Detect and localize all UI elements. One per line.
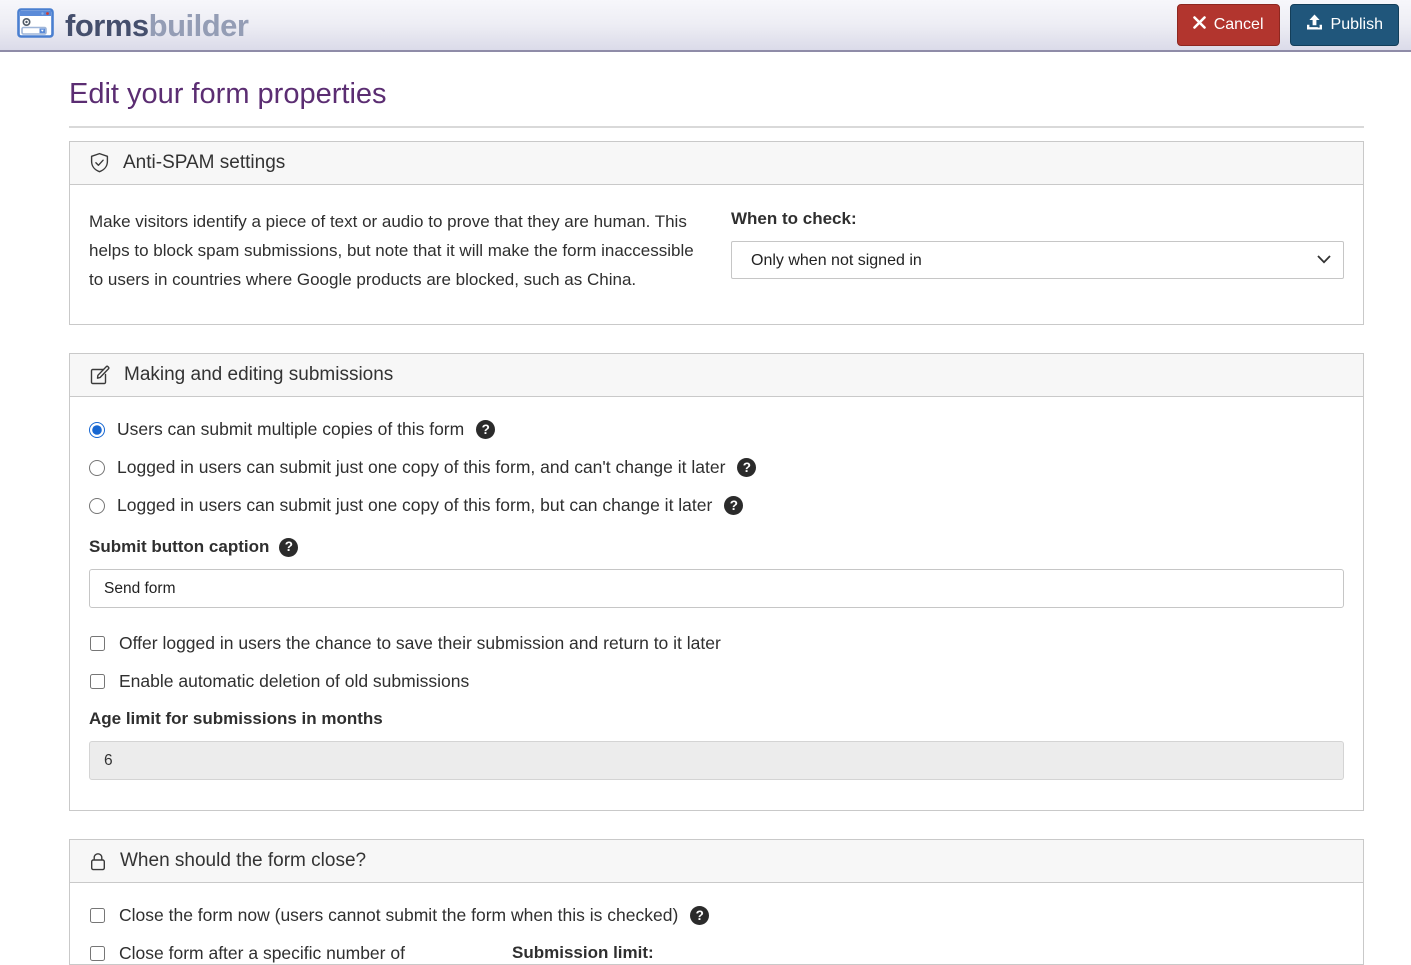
section-submissions-title: Making and editing submissions [124,364,394,385]
when-to-check-field: When to check: Only when not signed in [731,207,1344,294]
radio-one-copy-can-change[interactable] [89,497,105,514]
when-to-check-select[interactable]: Only when not signed in [731,241,1344,279]
checkbox-auto-deletion-label[interactable]: Enable automatic deletion of old submiss… [119,671,469,692]
question-circle-icon[interactable]: ? [476,420,496,439]
publish-button[interactable]: Publish [1289,3,1399,47]
section-closing: When should the form close? Close the fo… [69,839,1364,965]
checkbox-close-after-limit-label[interactable]: Close form after a specific number of [119,943,405,964]
section-closing-body: Close the form now (users cannot submit … [70,883,1363,964]
checkbox-save-and-return[interactable] [90,636,105,651]
brand-text: formsbuilder [65,7,249,43]
cancel-button-label: Cancel [1213,16,1264,34]
cancel-button[interactable]: Cancel [1176,3,1280,47]
question-circle-icon[interactable]: ? [279,537,299,557]
submission-limit-label: Submission limit: [512,943,654,962]
upload-icon [1306,14,1323,36]
checkbox-row-auto-deletion: Enable automatic deletion of old submiss… [89,671,1344,692]
brand-builder: builder [148,7,249,43]
radio-multiple-copies-label[interactable]: Users can submit multiple copies of this… [117,419,464,440]
title-divider [69,126,1364,128]
closing-limit-row: Close form after a specific number of Su… [89,943,1344,964]
antispam-description: Make visitors identify a piece of text o… [89,212,694,289]
radio-one-copy-no-change[interactable] [89,459,105,476]
checkbox-save-and-return-label[interactable]: Offer logged in users the chance to save… [119,633,721,654]
radio-row-multiple-copies: Users can submit multiple copies of this… [89,419,1344,440]
checkbox-close-now-label[interactable]: Close the form now (users cannot submit … [119,905,678,926]
checkbox-row-close-after-limit: Close form after a specific number of [89,943,512,964]
x-icon [1192,15,1206,34]
radio-row-one-copy-can-change: Logged in users can submit just one copy… [89,495,1344,516]
submit-caption-label: Submit button caption ? [89,537,1344,557]
submit-caption-input[interactable] [89,569,1344,608]
age-limit-input [89,741,1344,780]
question-circle-icon[interactable]: ? [724,496,744,515]
section-submissions-body: Users can submit multiple copies of this… [70,397,1363,810]
checkbox-row-close-now: Close the form now (users cannot submit … [89,905,1344,926]
edit-pencil-icon [89,365,111,386]
radio-one-copy-no-change-label[interactable]: Logged in users can submit just one copy… [117,457,725,478]
checkbox-close-now[interactable] [90,908,105,923]
radio-one-copy-can-change-label[interactable]: Logged in users can submit just one copy… [117,495,712,516]
section-closing-title: When should the form close? [120,850,367,871]
when-to-check-select-wrap: Only when not signed in [731,241,1344,279]
publish-button-label: Publish [1330,16,1383,34]
formsbuilder-logo-icon [17,7,54,43]
checkbox-row-save-and-return: Offer logged in users the chance to save… [89,633,1344,654]
brand-forms: forms [65,7,149,43]
question-circle-icon[interactable]: ? [690,906,710,925]
age-limit-label: Age limit for submissions in months [89,709,383,728]
when-to-check-label: When to check: [731,209,857,228]
page-title: Edit your form properties [69,78,387,110]
closing-limit-left: Close form after a specific number of [89,943,512,964]
section-antispam-title: Anti-SPAM settings [123,152,286,173]
radio-row-one-copy-no-change: Logged in users can submit just one copy… [89,457,1344,478]
top-bar: formsbuilder Cancel Publish [0,0,1411,52]
section-closing-header: When should the form close? [70,840,1363,883]
shield-check-icon [89,152,110,174]
checkbox-auto-deletion[interactable] [90,674,105,689]
section-antispam-header: Anti-SPAM settings [70,142,1363,185]
section-submissions-header: Making and editing submissions [70,354,1363,397]
section-submissions: Making and editing submissions Users can… [69,353,1364,811]
submit-caption-label-text: Submit button caption [89,537,270,556]
brand: formsbuilder [17,7,249,43]
closing-limit-right: Submission limit: [512,943,1344,963]
section-antispam: Anti-SPAM settings Make visitors identif… [69,141,1364,325]
question-circle-icon[interactable]: ? [737,458,757,477]
section-antispam-body: Make visitors identify a piece of text o… [70,185,1363,324]
topbar-actions: Cancel Publish [1176,3,1399,47]
lock-icon [89,851,107,872]
radio-multiple-copies[interactable] [89,421,105,438]
main-content: Edit your form properties Anti-SPAM sett… [69,78,1364,965]
